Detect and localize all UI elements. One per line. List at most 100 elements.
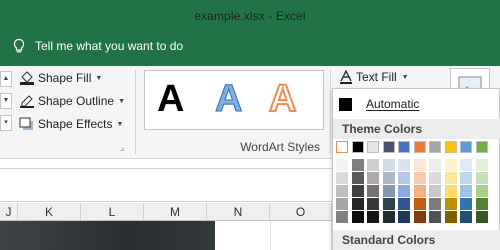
theme-color-shade-swatch[interactable] — [460, 198, 472, 210]
theme-color-shade-swatch[interactable] — [413, 185, 426, 197]
theme-color-shade-swatch[interactable] — [367, 198, 379, 210]
formula-bar[interactable] — [0, 168, 332, 202]
theme-color-shade-swatch[interactable] — [367, 159, 379, 171]
theme-color-shade-swatch[interactable] — [398, 211, 410, 223]
theme-color-shade-swatch[interactable] — [367, 211, 379, 223]
theme-color-shade-swatch[interactable] — [351, 185, 364, 197]
wordart-sample-blue[interactable]: A — [214, 77, 242, 121]
column-header-n[interactable]: N — [207, 203, 270, 221]
shape-effects-button[interactable]: Shape Effects ▼ — [19, 117, 123, 131]
theme-color-shade-swatch[interactable] — [413, 172, 426, 184]
theme-color-shade-swatch[interactable] — [475, 159, 488, 171]
tell-me-search[interactable]: Tell me what you want to do — [12, 38, 183, 54]
theme-color-shade-swatch[interactable] — [444, 159, 457, 171]
tell-me-label: Tell me what you want to do — [35, 39, 184, 53]
theme-color-shade-swatch[interactable] — [429, 159, 441, 171]
column-header-k[interactable]: K — [18, 203, 81, 221]
theme-colors-heading: Theme Colors — [333, 119, 500, 139]
shape-effects-icon — [19, 117, 33, 130]
wordart-sample-orange-outline[interactable]: A — [268, 77, 297, 121]
theme-color-shade-swatch[interactable] — [429, 185, 441, 197]
theme-color-shade-swatch[interactable] — [413, 159, 426, 171]
theme-color-swatch[interactable] — [475, 141, 488, 153]
theme-color-swatch[interactable] — [367, 141, 379, 153]
theme-color-shade-swatch[interactable] — [398, 198, 410, 210]
theme-color-shade-swatch[interactable] — [460, 211, 472, 223]
theme-color-shade-swatch[interactable] — [382, 159, 395, 171]
theme-color-shade-swatch[interactable] — [475, 198, 488, 210]
theme-color-shade-swatch[interactable] — [367, 185, 379, 197]
theme-color-shade-swatch[interactable] — [351, 198, 364, 210]
column-header-j[interactable]: J — [0, 203, 18, 221]
text-fill-dropdown: Automatic Theme Colors Standard Colors — [332, 88, 500, 250]
theme-color-shade-swatch[interactable] — [382, 198, 395, 210]
column-header-l[interactable]: L — [81, 203, 144, 221]
grid-line — [270, 221, 271, 250]
shape-fill-button[interactable]: Shape Fill ▼ — [19, 71, 102, 85]
wordart-gallery[interactable]: A A A — [144, 70, 324, 130]
text-fill-icon — [340, 70, 352, 84]
theme-color-shade-swatch[interactable] — [444, 198, 457, 210]
theme-color-shade-swatch[interactable] — [444, 172, 457, 184]
theme-color-shade-swatch[interactable] — [351, 172, 364, 184]
text-fill-button[interactable]: Text Fill ▼ — [336, 67, 413, 87]
theme-color-shade-swatch[interactable] — [382, 172, 395, 184]
theme-color-shade-swatch[interactable] — [413, 211, 426, 223]
theme-color-shade-swatch[interactable] — [429, 198, 441, 210]
gallery-scroll-down[interactable]: ▼ — [0, 93, 12, 109]
theme-color-shade-swatch[interactable] — [460, 172, 472, 184]
theme-color-shade-swatch[interactable] — [336, 211, 348, 223]
paint-bucket-icon — [20, 71, 34, 85]
theme-color-shade-swatch[interactable] — [398, 185, 410, 197]
group-divider — [135, 70, 136, 154]
theme-color-shade-swatch[interactable] — [475, 211, 488, 223]
gallery-scroll-up[interactable]: ▲ — [0, 71, 12, 87]
theme-color-shade-swatch[interactable] — [351, 159, 364, 171]
theme-color-shade-swatch[interactable] — [460, 159, 472, 171]
theme-color-swatch[interactable] — [382, 141, 395, 153]
theme-color-shade-swatch[interactable] — [336, 172, 348, 184]
theme-color-shade-swatch[interactable] — [429, 211, 441, 223]
theme-color-shade-swatch[interactable] — [367, 172, 379, 184]
shape-outline-label: Shape Outline — [38, 94, 115, 108]
theme-color-swatch[interactable] — [413, 141, 426, 153]
theme-color-shade-swatch[interactable] — [413, 198, 426, 210]
inserted-picture[interactable] — [0, 221, 215, 250]
column-header-m[interactable]: M — [144, 203, 207, 221]
theme-color-shade-swatch[interactable] — [444, 211, 457, 223]
shape-effects-label: Shape Effects — [38, 117, 113, 131]
column-header-o[interactable]: O — [270, 203, 332, 221]
theme-color-swatch[interactable] — [351, 141, 364, 153]
theme-color-shade-swatch[interactable] — [382, 211, 395, 223]
automatic-color-option[interactable]: Automatic — [333, 92, 500, 116]
chevron-down-icon: ▼ — [95, 74, 103, 82]
theme-color-shade-swatch[interactable] — [460, 185, 472, 197]
theme-color-swatch[interactable] — [429, 141, 441, 153]
text-fill-label: Text Fill — [356, 70, 397, 84]
theme-color-shade-swatch[interactable] — [336, 159, 348, 171]
lightbulb-icon — [13, 38, 25, 53]
automatic-swatch — [339, 97, 352, 111]
automatic-label: Automatic — [366, 97, 420, 111]
theme-color-swatch[interactable] — [460, 141, 472, 153]
theme-color-shade-swatch[interactable] — [444, 185, 457, 197]
shape-outline-button[interactable]: Shape Outline ▼ — [19, 94, 125, 108]
theme-color-shade-swatch[interactable] — [398, 159, 410, 171]
wordart-sample-black[interactable]: A — [157, 77, 184, 121]
group-divider — [330, 70, 331, 154]
theme-color-shade-swatch[interactable] — [475, 185, 488, 197]
theme-color-shade-swatch[interactable] — [475, 172, 488, 184]
theme-color-shade-swatch[interactable] — [429, 172, 441, 184]
gallery-more[interactable]: ▾ — [0, 115, 12, 131]
dialog-launcher-icon[interactable]: ⌟ — [120, 143, 128, 152]
theme-color-shade-swatch[interactable] — [398, 172, 410, 184]
theme-color-swatch[interactable] — [398, 141, 410, 153]
theme-color-shade-swatch[interactable] — [336, 185, 348, 197]
theme-color-swatch[interactable] — [336, 141, 348, 153]
standard-colors-heading: Standard Colors — [333, 230, 500, 250]
chevron-down-icon: ▼ — [118, 97, 125, 105]
theme-color-shade-swatch[interactable] — [336, 198, 348, 210]
theme-color-swatch[interactable] — [444, 141, 457, 153]
theme-color-shade-swatch[interactable] — [351, 211, 364, 223]
theme-color-shade-swatch[interactable] — [382, 185, 395, 197]
